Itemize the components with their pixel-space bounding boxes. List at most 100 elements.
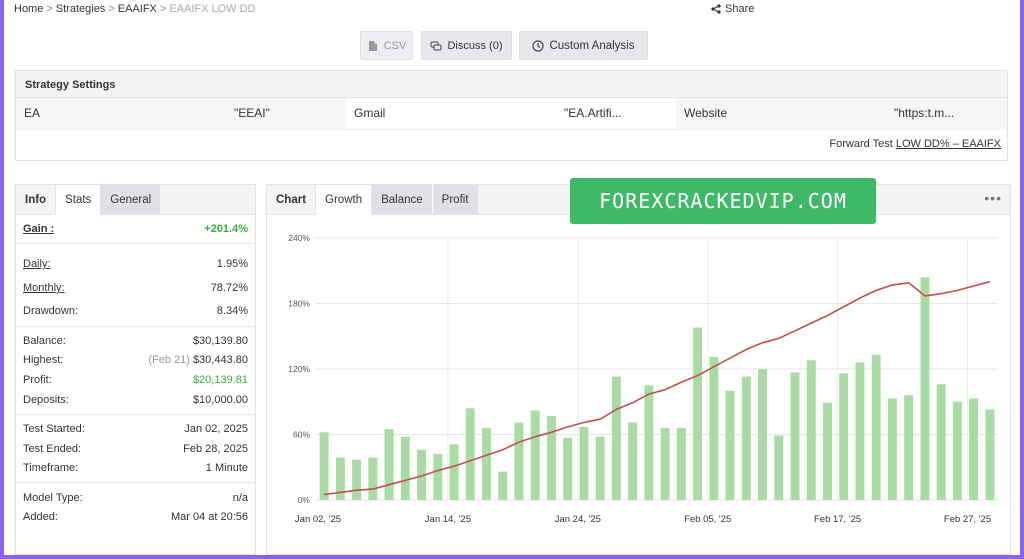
- bar: [514, 422, 524, 500]
- x-tick-label: Feb 05, '25: [684, 514, 731, 525]
- settings-cell-ea-value: "EEAI": [234, 106, 270, 120]
- bar: [352, 459, 362, 500]
- divider: [16, 482, 255, 483]
- forward-test: Forward Test LOW DD% – EAAIFX: [829, 138, 1001, 150]
- x-tick-label: Feb 17, '25: [814, 514, 861, 525]
- stat-balance: Balance: $30,139.80: [23, 335, 248, 347]
- breadcrumb-separator: >: [159, 3, 167, 15]
- y-tick-label: 60%: [293, 430, 310, 440]
- bar: [400, 436, 410, 500]
- stat-test-started: Test Started: Jan 02, 2025: [23, 423, 248, 435]
- bar: [823, 402, 832, 500]
- highest-date: (Feb 21): [148, 354, 190, 366]
- strategy-settings-title: Strategy Settings: [16, 71, 1007, 98]
- bar: [368, 457, 378, 500]
- tab-balance[interactable]: Balance: [372, 185, 432, 214]
- stat-added: Added: Mar 04 at 20:56: [23, 511, 248, 523]
- tab-info[interactable]: Info: [16, 185, 55, 214]
- bar: [774, 435, 784, 500]
- stats-panel: Info Stats General Gain : +201.4% Daily: 1…: [15, 184, 256, 555]
- bar: [676, 427, 686, 500]
- file-icon: [368, 40, 377, 51]
- divider: [16, 414, 255, 415]
- more-options-icon[interactable]: •••: [984, 190, 1002, 206]
- clock-icon: [532, 39, 545, 52]
- comments-icon: [430, 41, 442, 50]
- bar: [741, 376, 751, 500]
- y-tick-label: 120%: [288, 364, 310, 374]
- breadcrumb-separator: >: [108, 3, 115, 15]
- bar: [595, 436, 605, 500]
- stat-test-ended: Test Ended: Feb 28, 2025: [23, 443, 248, 455]
- tab-chart[interactable]: Chart: [267, 185, 315, 214]
- tab-general[interactable]: General: [101, 185, 161, 214]
- discuss-label: Discuss (0): [447, 39, 503, 52]
- tab-growth[interactable]: Growth: [315, 185, 373, 215]
- bar: [920, 277, 930, 500]
- bar: [887, 398, 897, 500]
- watermark: FOREXCRACKEDVIP.COM: [570, 178, 876, 224]
- bar: [936, 384, 946, 500]
- bar: [433, 454, 443, 500]
- csv-button[interactable]: CSV: [360, 31, 413, 60]
- y-tick-label: 180%: [288, 299, 310, 309]
- breadcrumb-strategies[interactable]: Strategies: [56, 3, 106, 15]
- share-label: Share: [725, 3, 755, 15]
- breadcrumb-parent[interactable]: EAAIFX: [118, 3, 157, 15]
- settings-cell-gmail-value: "EA.Artifi...: [564, 106, 622, 120]
- bar: [839, 373, 849, 500]
- stat-drawdown: Drawdown: 8.34%: [23, 305, 248, 317]
- bar: [806, 360, 816, 500]
- bar: [579, 426, 589, 500]
- bar: [855, 362, 865, 500]
- bar: [530, 410, 540, 500]
- y-tick-label: 240%: [288, 233, 310, 243]
- stat-model-type: Model Type: n/a: [23, 492, 248, 504]
- page-frame: Home > Strategies > EAAIFX > EAAIFX LOW DD Sha…: [4, 0, 1020, 555]
- settings-cell-website-value: "https:t.m...: [894, 106, 955, 120]
- stat-gain: Gain : +201.4%: [23, 223, 248, 235]
- share-button[interactable]: Share: [711, 3, 754, 15]
- bar: [628, 422, 638, 500]
- y-tick-label: 0%: [298, 495, 311, 505]
- bar: [384, 429, 394, 500]
- x-tick-label: Jan 24, '25: [555, 514, 601, 525]
- x-tick-label: Feb 27, '25: [944, 514, 991, 525]
- bar: [611, 376, 621, 500]
- bar: [319, 432, 329, 500]
- bar: [790, 372, 800, 500]
- breadcrumb-separator: >: [46, 3, 53, 15]
- bar: [482, 427, 491, 500]
- bar: [725, 390, 735, 500]
- custom-analysis-button[interactable]: Custom Analysis: [519, 31, 648, 60]
- share-icon: [711, 4, 721, 14]
- settings-row: EA "EEAI" Gmail "EA.Artifi... Website "h…: [16, 98, 1007, 130]
- bar: [498, 471, 508, 500]
- stat-highest: Highest: (Feb 21) $30,443.80: [23, 354, 248, 366]
- breadcrumb-current: EAAIFX LOW DD: [169, 3, 256, 15]
- breadcrumb: Home > Strategies > EAAIFX > EAAIFX LOW DD: [14, 3, 256, 15]
- csv-label: CSV: [383, 39, 407, 52]
- breadcrumb-home[interactable]: Home: [14, 3, 43, 15]
- stat-monthly: Monthly: 78.72%: [23, 282, 248, 294]
- bar: [904, 395, 914, 500]
- bar: [871, 354, 881, 500]
- stat-daily: Daily: 1.95%: [23, 258, 248, 270]
- stat-timeframe: Timeframe: 1 Minute: [23, 462, 248, 474]
- divider: [16, 326, 255, 327]
- bar: [709, 356, 719, 500]
- tab-profit[interactable]: Profit: [431, 185, 478, 214]
- bar: [546, 415, 556, 500]
- forward-test-label: Forward Test: [829, 138, 893, 150]
- bar: [985, 409, 995, 500]
- tab-stats[interactable]: Stats: [55, 185, 102, 215]
- x-tick-label: Jan 14, '25: [425, 514, 471, 525]
- bar: [952, 401, 962, 500]
- forward-test-link[interactable]: LOW DD% – EAAIFX: [896, 138, 1001, 150]
- discuss-button[interactable]: Discuss (0): [421, 31, 512, 60]
- strategy-settings-panel: Strategy Settings EA "EEAI" Gmail "EA.Ar…: [15, 70, 1008, 161]
- divider: [16, 243, 255, 244]
- bar: [449, 444, 459, 500]
- stat-deposits: Deposits: $10,000.00: [23, 394, 248, 406]
- stat-profit: Profit: $20,139.81: [23, 374, 248, 386]
